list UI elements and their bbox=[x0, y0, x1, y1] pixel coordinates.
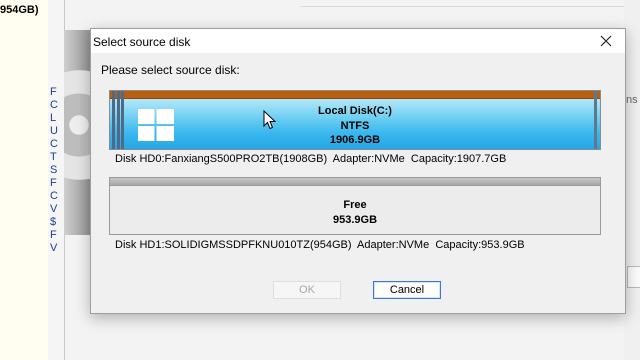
background-letter: U bbox=[50, 125, 58, 137]
ok-button[interactable]: OK bbox=[273, 281, 341, 299]
partition-usage-bar bbox=[110, 91, 600, 99]
disk-hd0-info: Disk HD0:FanxiangS500PRO2TB(1908GB) Adap… bbox=[115, 153, 507, 165]
background-right-text: ns bbox=[626, 94, 638, 106]
partition-name: Local Disk(C:) bbox=[318, 105, 392, 117]
background-left-panel: 954GB) bbox=[0, 0, 49, 360]
background-letter: C bbox=[50, 99, 58, 111]
close-icon bbox=[600, 35, 612, 47]
cancel-button[interactable]: Cancel bbox=[373, 281, 441, 299]
background-letter-column: F C L U C T S F C V $ F V bbox=[50, 86, 58, 255]
background-letter: V bbox=[50, 203, 58, 215]
background-right-panel bbox=[624, 0, 640, 360]
partition-size: 1906.9GB bbox=[329, 134, 381, 146]
background-letter: $ bbox=[50, 216, 57, 228]
partition-usage-bar bbox=[110, 178, 600, 186]
background-letter: C bbox=[50, 138, 58, 150]
partition-free[interactable]: Free 953.9GB bbox=[109, 177, 601, 235]
disk-hd0-map[interactable]: Local Disk(C:) NTFS 1906.9GB bbox=[109, 90, 601, 150]
partition-local-disk-c[interactable]: Local Disk(C:) NTFS 1906.9GB bbox=[109, 90, 601, 150]
background-letter: F bbox=[50, 177, 57, 189]
partition-filesystem: NTFS bbox=[340, 119, 370, 132]
select-source-disk-dialog: Select source disk Please select source … bbox=[90, 28, 626, 314]
disk-hd1-map[interactable]: Free 953.9GB bbox=[109, 177, 601, 235]
background-letter: S bbox=[50, 164, 58, 176]
dialog-title: Select source disk bbox=[93, 35, 191, 49]
background-letter: L bbox=[50, 112, 57, 124]
partition-name: Free bbox=[343, 199, 367, 211]
background-letter: F bbox=[50, 86, 57, 98]
partition-label: Local Disk(C:) NTFS 1906.9GB bbox=[110, 104, 600, 148]
dialog-prompt: Please select source disk: bbox=[101, 63, 240, 77]
close-button[interactable] bbox=[591, 29, 621, 53]
background-letter: V bbox=[50, 242, 58, 254]
disk-hd1-info: Disk HD1:SOLIDIGMSSDPFKNU010TZ(954GB) Ad… bbox=[115, 239, 525, 251]
background-letter: C bbox=[50, 190, 58, 202]
partition-label: Free 953.9GB bbox=[110, 198, 600, 227]
background-letter: F bbox=[50, 229, 57, 241]
mouse-cursor-icon bbox=[263, 110, 277, 130]
background-disk-label: 954GB) bbox=[0, 4, 39, 16]
background-letter: T bbox=[50, 151, 57, 163]
dialog-titlebar[interactable]: Select source disk bbox=[91, 29, 625, 53]
partition-size: 953.9GB bbox=[332, 213, 378, 226]
background-button[interactable] bbox=[627, 266, 640, 288]
background-divider bbox=[300, 6, 624, 7]
